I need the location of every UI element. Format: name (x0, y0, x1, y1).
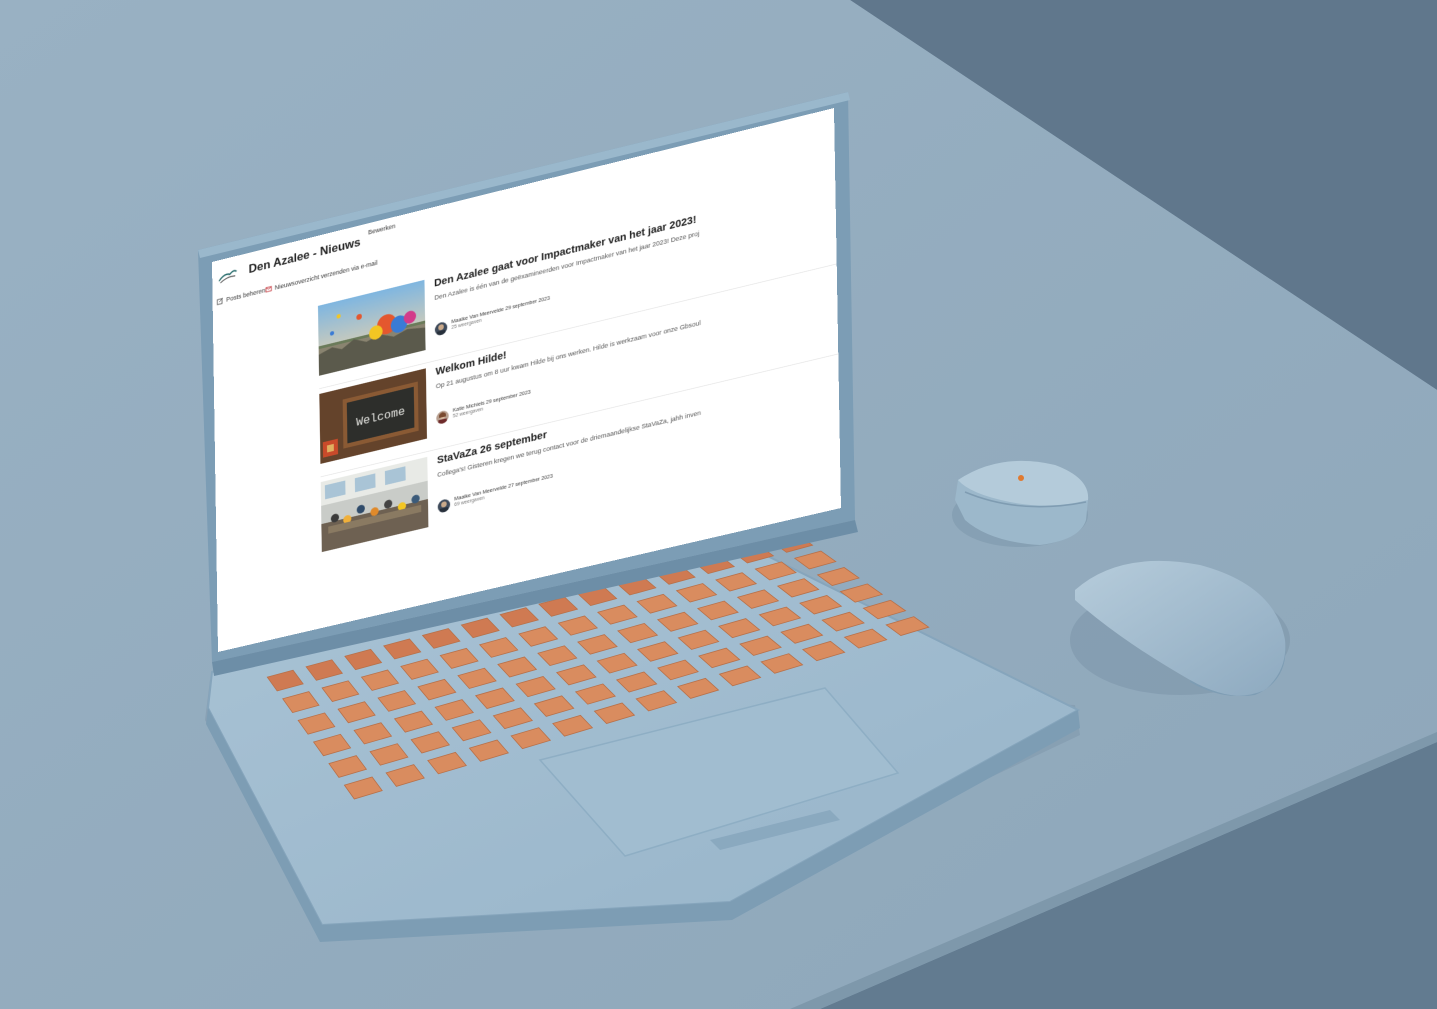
edit-icon (216, 297, 223, 305)
site-logo-icon (218, 269, 237, 284)
post-thumbnail-balloons[interactable] (317, 279, 426, 376)
author-avatar (437, 498, 451, 514)
post-author-date: Katie Michiels 29 september 2023 (452, 388, 531, 414)
edit-link[interactable]: Bewerken (368, 222, 395, 236)
author-avatar (434, 320, 448, 337)
email-icon (265, 285, 272, 292)
airpods-case (952, 460, 1089, 547)
author-avatar (436, 409, 449, 426)
post-author-date: Maaike Van Meervelde 29 september 2023 (451, 294, 550, 325)
post-author-date: Maaike Van Meervelde 27 september 2023 (454, 472, 553, 502)
